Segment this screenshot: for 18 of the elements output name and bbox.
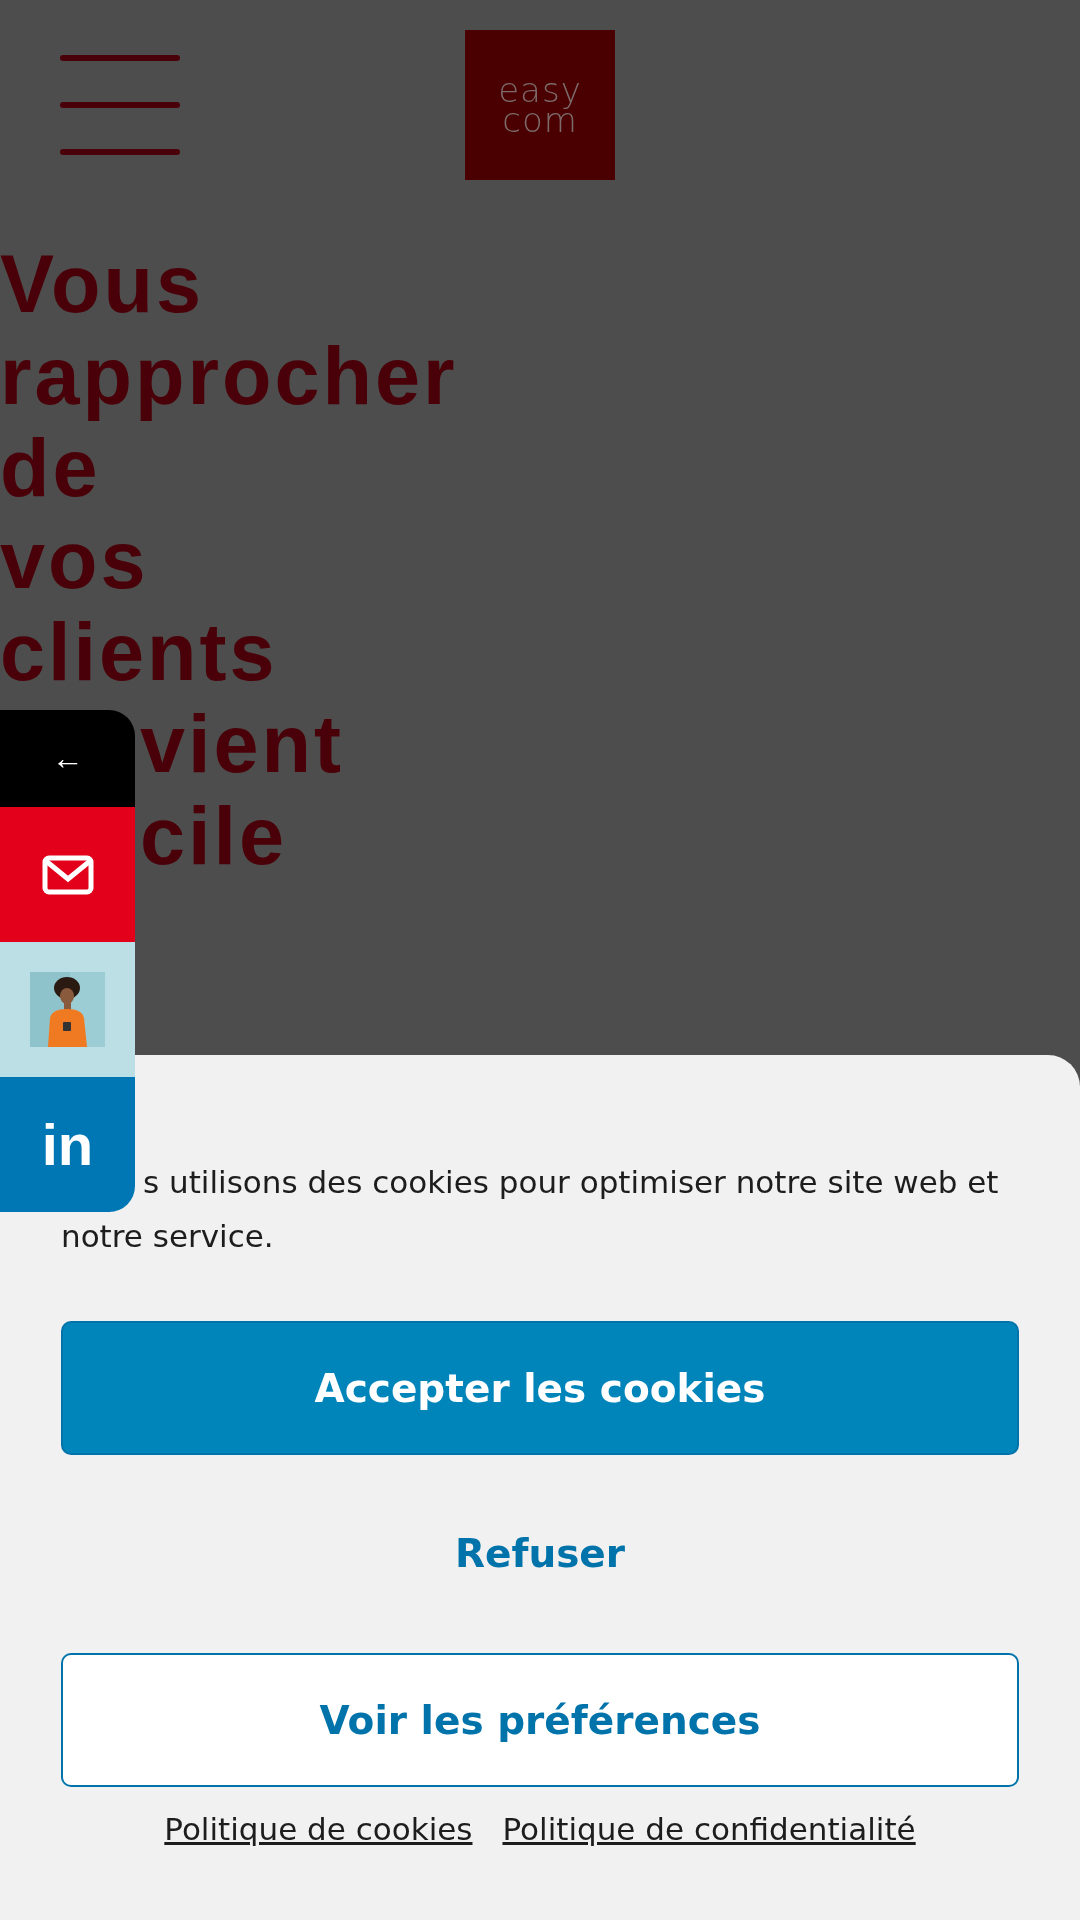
refuse-button[interactable]: Refuser bbox=[424, 1483, 656, 1623]
preferences-button[interactable]: Voir les préférences bbox=[61, 1653, 1019, 1787]
headline-text: de bbox=[0, 422, 101, 514]
policy-link[interactable]: Politique de cookies bbox=[164, 1811, 473, 1847]
linkedin-button[interactable]: in bbox=[0, 1077, 135, 1212]
mail-button[interactable] bbox=[0, 807, 135, 942]
mail-icon bbox=[41, 854, 94, 895]
headline-text: clients bbox=[0, 606, 278, 698]
photo-button[interactable] bbox=[0, 942, 135, 1077]
accept-cookies-button[interactable]: Accepter les cookies bbox=[61, 1321, 1019, 1455]
back-button[interactable]: ← bbox=[0, 710, 135, 807]
logo[interactable]: easy com bbox=[465, 30, 615, 180]
headline-text: rapprocher bbox=[0, 330, 458, 422]
headline-text: vos bbox=[0, 514, 149, 606]
headline-text: Vous bbox=[0, 238, 205, 330]
headline-text: cile bbox=[140, 790, 288, 882]
headline-text: vient bbox=[140, 698, 345, 790]
policy-link[interactable]: Politique de confidentialité bbox=[502, 1811, 916, 1847]
